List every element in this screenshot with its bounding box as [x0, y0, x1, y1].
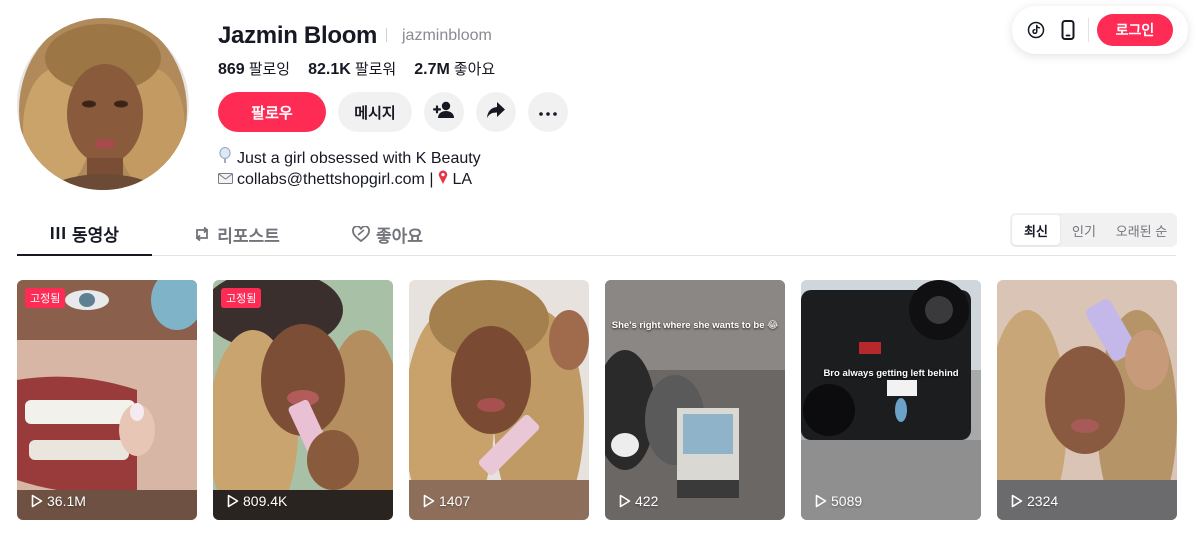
- view-count: 422: [619, 493, 658, 509]
- profile-actions: 팔로우 메시지: [218, 92, 580, 132]
- play-icon: [31, 494, 43, 508]
- pinned-badge: 고정됨: [25, 288, 66, 308]
- bio-location: LA: [452, 171, 473, 188]
- tab-videos[interactable]: 동영상: [17, 212, 152, 256]
- stat-value: 869: [218, 61, 245, 78]
- tab-label: 동영상: [72, 225, 119, 245]
- play-icon: [227, 494, 239, 508]
- mobile-icon[interactable]: [1056, 18, 1080, 42]
- play-icon: [1011, 494, 1023, 508]
- profile-bio: Just a girl obsessed with K Beauty colla…: [217, 146, 481, 190]
- stat-value: 2.7M: [414, 61, 450, 78]
- video-card[interactable]: 2324: [997, 280, 1177, 520]
- view-count-text: 809.4K: [243, 493, 288, 509]
- video-grid: 고정됨 36.1M 고정됨 809.4K 1407 She's right wh…: [17, 280, 1177, 520]
- stat-label: 좋아요: [453, 61, 496, 78]
- view-count-text: 36.1M: [47, 493, 86, 509]
- share-arrow-icon: [486, 101, 506, 124]
- more-dots-icon: [539, 103, 557, 121]
- location-pin-icon: [435, 169, 451, 190]
- tiktok-icon[interactable]: [1024, 18, 1048, 42]
- bio-line: collabs@thettshopgirl.com | LA: [217, 169, 481, 190]
- video-card[interactable]: 고정됨 809.4K: [213, 280, 393, 520]
- profile-handle: jazminbloom: [402, 27, 492, 44]
- video-card[interactable]: 1407: [409, 280, 589, 520]
- video-thumbnail: [605, 280, 785, 520]
- share-button[interactable]: [476, 92, 516, 132]
- grid-icon: [50, 226, 66, 240]
- bio-email: collabs@thettshopgirl.com |: [237, 171, 434, 188]
- profile-stats: 869 팔로잉 82.1K 팔로워 2.7M 좋아요: [218, 58, 513, 79]
- video-thumbnail: [997, 280, 1177, 520]
- profile-tabs: 동영상 리포스트 좋아요: [17, 212, 1176, 256]
- play-icon: [423, 494, 435, 508]
- stat-likes: 2.7M 좋아요: [414, 58, 495, 79]
- stat-label: 팔로워: [354, 61, 397, 78]
- tab-label: 좋아요: [376, 226, 423, 246]
- view-count: 36.1M: [31, 493, 86, 509]
- view-count: 5089: [815, 493, 862, 509]
- add-user-icon: [433, 101, 455, 124]
- repost-icon: [193, 226, 211, 242]
- video-thumbnail: [17, 280, 197, 520]
- stat-followers[interactable]: 82.1K 팔로워: [308, 58, 396, 79]
- video-card[interactable]: She's right where she wants to be 😂 422: [605, 280, 785, 520]
- sort-popular[interactable]: 인기: [1060, 215, 1108, 245]
- avatar[interactable]: [17, 18, 189, 190]
- view-count-text: 2324: [1027, 493, 1059, 509]
- stat-following[interactable]: 869 팔로잉: [218, 58, 290, 79]
- pinned-badge: 고정됨: [221, 288, 262, 308]
- login-button[interactable]: 로그인: [1097, 14, 1173, 46]
- video-thumbnail: [409, 280, 589, 520]
- bio-line: Just a girl obsessed with K Beauty: [217, 146, 481, 169]
- message-button[interactable]: 메시지: [338, 92, 412, 132]
- top-action-bar: 로그인: [1012, 6, 1188, 54]
- divider: [1088, 18, 1089, 42]
- add-friend-button[interactable]: [424, 92, 464, 132]
- play-icon: [619, 494, 631, 508]
- tab-likes[interactable]: 좋아요: [320, 212, 455, 256]
- bio-text: Just a girl obsessed with K Beauty: [237, 149, 481, 167]
- sort-oldest[interactable]: 오래된 순: [1108, 215, 1175, 245]
- profile-name: Jazmin Bloom: [218, 22, 378, 49]
- stat-value: 82.1K: [308, 61, 351, 78]
- envelope-icon: [217, 169, 233, 190]
- mirror-icon: [217, 146, 233, 169]
- view-count: 809.4K: [227, 493, 287, 509]
- video-thumbnail: [213, 280, 393, 520]
- video-thumbnail: [801, 280, 981, 520]
- view-count: 2324: [1011, 493, 1058, 509]
- view-count-text: 422: [635, 493, 659, 509]
- video-card[interactable]: Bro always getting left behind 5089: [801, 280, 981, 520]
- view-count: 1407: [423, 493, 470, 509]
- tab-label: 리포스트: [217, 226, 280, 246]
- sort-latest[interactable]: 최신: [1012, 215, 1060, 245]
- tab-reposts[interactable]: 리포스트: [169, 212, 304, 256]
- more-options-button[interactable]: [528, 92, 568, 132]
- view-count-text: 1407: [439, 493, 471, 509]
- view-count-text: 5089: [831, 493, 863, 509]
- sort-control: 최신 인기 오래된 순: [1010, 213, 1177, 247]
- name-separator: [386, 28, 387, 42]
- stat-label: 팔로잉: [248, 61, 291, 78]
- heart-icon: [352, 226, 370, 242]
- follow-button[interactable]: 팔로우: [218, 92, 326, 132]
- play-icon: [815, 494, 827, 508]
- video-caption: Bro always getting left behind: [823, 368, 959, 379]
- video-card[interactable]: 고정됨 36.1M: [17, 280, 197, 520]
- video-caption: She's right where she wants to be 😂: [611, 320, 779, 331]
